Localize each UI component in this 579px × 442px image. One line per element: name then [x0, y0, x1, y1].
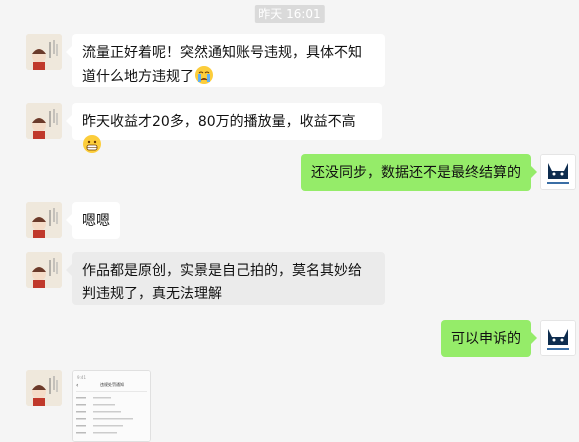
message-bubble[interactable]: 可以申诉的: [441, 320, 537, 357]
contact-avatar[interactable]: [26, 202, 62, 238]
message-text: 嗯嗯: [82, 213, 110, 229]
contact-avatar[interactable]: [26, 103, 62, 139]
message-bubble[interactable]: 流量正好着呢！突然通知账号违规，具体不知道什么地方违规了: [66, 34, 385, 87]
message-bubble[interactable]: 还没同步，数据还不是最终结算的: [301, 154, 537, 191]
contact-avatar[interactable]: [26, 252, 62, 288]
svg-text:‹: ‹: [76, 382, 78, 389]
svg-text:违规处罚通知: 违规处罚通知: [100, 381, 124, 387]
message-bubble[interactable]: 嗯嗯: [66, 202, 120, 239]
my-avatar[interactable]: [540, 154, 576, 190]
contact-avatar[interactable]: [26, 34, 62, 70]
message-text: 还没同步，数据还不是最终结算的: [311, 165, 521, 181]
crying-face-icon: [194, 65, 214, 93]
message-text: 作品都是原创，实景是自己拍的，莫名其妙给判违规了，真无法理解: [82, 263, 362, 302]
message-text: 昨天收益才20多，80万的播放量，收益不高: [82, 114, 356, 130]
message-text: 流量正好着呢！突然通知账号违规，具体不知道什么地方违规了: [82, 45, 362, 85]
timestamp: 昨天 16:01: [254, 5, 325, 23]
message-bubble[interactable]: 昨天收益才20多，80万的播放量，收益不高: [66, 103, 382, 153]
message-text: 可以申诉的: [451, 331, 521, 347]
my-avatar[interactable]: [540, 320, 576, 356]
cat-logo-icon: [541, 155, 575, 189]
avatar-illustration-icon: [26, 34, 62, 70]
contact-avatar[interactable]: [26, 370, 62, 406]
image-message[interactable]: 9:41 ‹ 违规处罚通知: [72, 370, 151, 442]
grimacing-face-icon: [82, 134, 102, 162]
message-bubble[interactable]: 作品都是原创，实景是自己拍的，莫名其妙给判违规了，真无法理解: [66, 252, 385, 305]
svg-text:9:41: 9:41: [77, 375, 86, 380]
